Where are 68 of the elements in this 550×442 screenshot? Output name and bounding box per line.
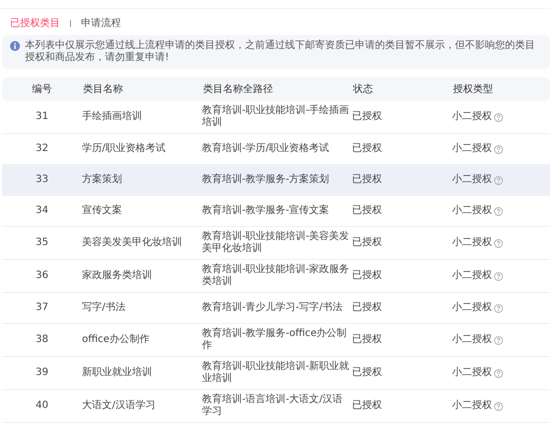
table-cell: 32 bbox=[36, 143, 48, 154]
table-cell: 39 bbox=[36, 367, 48, 378]
table-cell: 小二授权 bbox=[452, 302, 492, 314]
column-header: 状态 bbox=[353, 84, 373, 95]
table-cell: 35 bbox=[36, 237, 48, 248]
help-icon[interactable] bbox=[494, 304, 503, 312]
table-cell: 40 bbox=[36, 400, 48, 411]
table-cell: 宣传文案 bbox=[82, 205, 122, 216]
table-cell: 已授权 bbox=[352, 237, 382, 248]
table-cell: 36 bbox=[36, 270, 48, 281]
table-cell: 教育培训-青少儿学习-写字/书法 bbox=[202, 302, 343, 313]
table-cell: 小二授权 bbox=[452, 143, 492, 155]
help-icon[interactable] bbox=[494, 238, 503, 248]
table-cell: 教育培训-职业技能培训-新职业就业培训 bbox=[202, 361, 350, 384]
table-cell: 已授权 bbox=[352, 111, 382, 122]
help-icon[interactable] bbox=[494, 336, 503, 344]
table-cell: 已授权 bbox=[352, 302, 382, 313]
column-header: 授权类型 bbox=[453, 84, 493, 95]
table-cell: 已授权 bbox=[352, 143, 382, 154]
help-icon[interactable] bbox=[494, 272, 503, 280]
help-icon[interactable] bbox=[494, 206, 503, 216]
table-cell: 方案策划 bbox=[82, 174, 122, 185]
table-cell: 小二授权 bbox=[452, 205, 492, 217]
table-cell: 已授权 bbox=[352, 270, 382, 281]
table-cell: 小二授权 bbox=[452, 400, 492, 412]
table-cell: 小二授权 bbox=[452, 367, 492, 379]
table-cell: 31 bbox=[36, 111, 48, 122]
tab[interactable]: 申请流程 bbox=[81, 16, 121, 30]
table-cell: 家政服务类培训 bbox=[82, 270, 152, 281]
help-icon[interactable] bbox=[494, 402, 503, 410]
table-cell: 教育培训-职业技能培训-手绘插画培训 bbox=[202, 105, 350, 128]
table-cell: 新职业就业培训 bbox=[82, 367, 152, 378]
help-icon[interactable] bbox=[494, 144, 503, 154]
table-cell: 小二授权 bbox=[452, 334, 492, 346]
table-cell: 教育培训-学历/职业资格考试 bbox=[202, 143, 329, 154]
table-cell: 大语文/汉语学习 bbox=[82, 400, 156, 411]
table-cell: 教育培训-教学服务-office办公制作 bbox=[202, 328, 347, 351]
notice-text: 本列表中仅展示您通过线上流程申请的类目授权，之前通过线下邮寄资质已申请的类目暂不展示，但不影响您的类目授权和商品发布，请勿重复申请! bbox=[25, 40, 536, 64]
column-header: 类目名称 bbox=[83, 84, 123, 95]
table-cell: 33 bbox=[36, 174, 48, 185]
info-icon bbox=[10, 41, 20, 51]
table-cell: 写字/书法 bbox=[82, 302, 126, 313]
table-cell: 手绘插画培训 bbox=[82, 111, 142, 122]
help-icon[interactable] bbox=[494, 112, 503, 122]
column-header: 编号 bbox=[32, 84, 52, 95]
table-cell: 已授权 bbox=[352, 205, 382, 216]
table-cell: 已授权 bbox=[352, 334, 382, 345]
column-header: 类目名称全路径 bbox=[203, 84, 273, 95]
table-cell: 已授权 bbox=[352, 367, 382, 378]
table-cell: 教育培训-职业技能培训-美容美发美甲化妆培训 bbox=[202, 231, 350, 254]
help-icon[interactable] bbox=[494, 176, 503, 184]
table-cell: 已授权 bbox=[352, 400, 382, 411]
table-cell: 教育培训-语言培训-大语文/汉语学习 bbox=[202, 394, 343, 417]
table-cell: 小二授权 bbox=[452, 111, 492, 123]
table-cell: office办公制作 bbox=[82, 334, 150, 345]
table-cell: 小二授权 bbox=[452, 270, 492, 282]
table-cell: 教育培训-教学服务-方案策划 bbox=[202, 174, 330, 185]
table-cell: 34 bbox=[36, 205, 48, 216]
table-cell: 已授权 bbox=[352, 174, 382, 185]
help-icon[interactable] bbox=[494, 368, 503, 378]
table-cell: 小二授权 bbox=[452, 237, 492, 249]
table-cell: 学历/职业资格考试 bbox=[82, 143, 166, 154]
table-cell: 小二授权 bbox=[452, 174, 492, 186]
table-cell: 美容美发美甲化妆培训 bbox=[82, 237, 182, 248]
table-cell: 37 bbox=[36, 302, 48, 313]
table-cell: 教育培训-职业技能培训-家政服务类培训 bbox=[202, 264, 350, 287]
table-cell: 教育培训-教学服务-宣传文案 bbox=[202, 205, 330, 216]
table-cell: 38 bbox=[36, 334, 48, 345]
